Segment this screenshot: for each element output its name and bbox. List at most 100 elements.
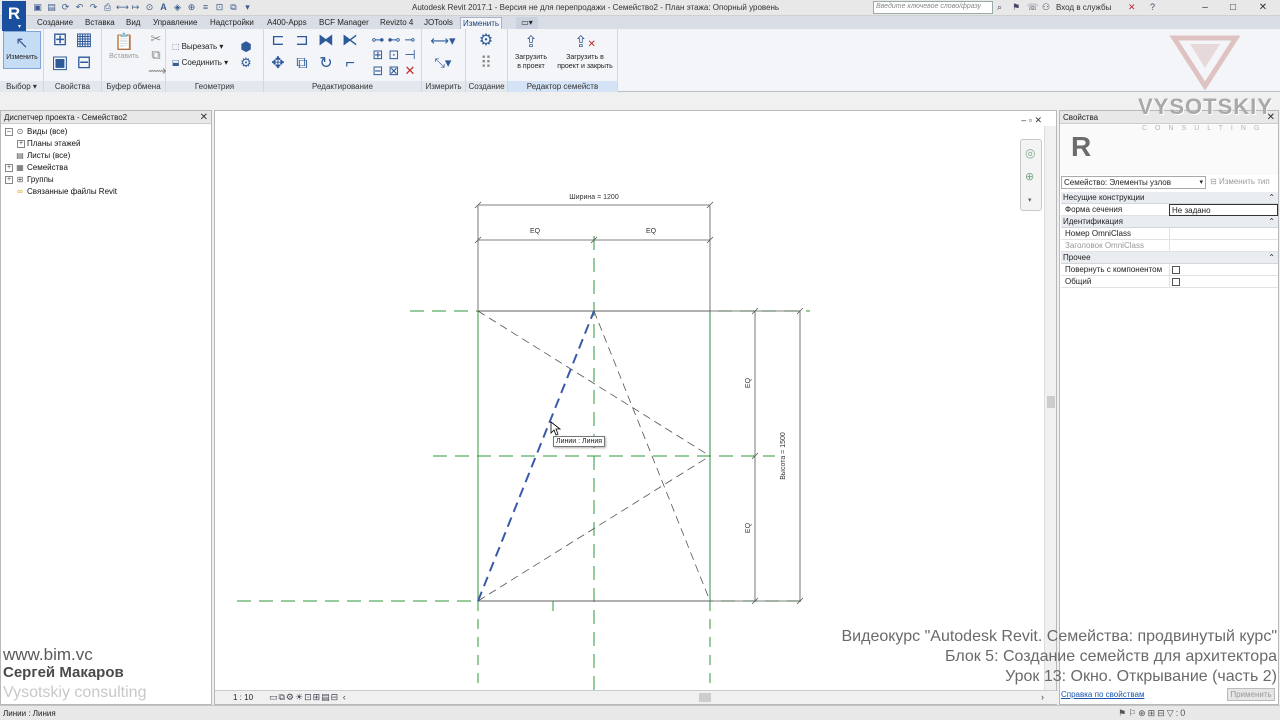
maximize-button[interactable]: □	[1224, 1, 1242, 14]
close-window-button[interactable]: ✕	[1254, 1, 1272, 14]
switch-windows-icon[interactable]: ⧉	[228, 2, 239, 13]
floor-plan-drawing[interactable]: Ширина = 1200 EQ EQ EQ EQ Высота = 1500	[215, 111, 1058, 691]
ribbon-minimize-icon[interactable]: ▭▾	[516, 17, 538, 29]
tab-manage[interactable]: Управление	[151, 17, 199, 29]
create-similar-icon[interactable]: ⚙	[476, 33, 496, 53]
vertical-scrollbar[interactable]	[1044, 126, 1056, 691]
family-types-icon[interactable]: ⊞	[50, 30, 70, 51]
modify-button[interactable]: ↖ Изменить	[3, 31, 41, 69]
search-icon[interactable]: ⌕	[997, 2, 1002, 13]
close-hidden-icon[interactable]: ⊡	[214, 2, 225, 13]
panel-label-select[interactable]: Выбор ▾	[0, 81, 43, 92]
tree-item-families[interactable]: + ▦ Семейства	[1, 162, 211, 174]
edit-type-button[interactable]: ⊟ Изменить тип	[1210, 177, 1270, 186]
trim-multiple-icon[interactable]: ⊠	[386, 63, 402, 79]
trim-single-icon[interactable]: ⊣	[402, 47, 418, 63]
print-icon[interactable]: ⎙	[102, 2, 113, 13]
zoom-icon[interactable]: ⊕	[1025, 170, 1034, 183]
trim-extend-icon[interactable]: ⌐	[340, 56, 360, 76]
eq-label-top-left[interactable]: EQ	[530, 228, 541, 235]
unpin-icon[interactable]: ⊟	[370, 63, 386, 79]
drawing-area[interactable]: Ширина = 1200 EQ EQ EQ EQ Высота = 1500	[214, 110, 1058, 705]
redo-icon[interactable]: ↷	[88, 2, 99, 13]
width-dimension-label[interactable]: Ширина = 1200	[569, 194, 619, 201]
view-scale[interactable]: 1 : 10	[233, 693, 253, 702]
join-geometry-button[interactable]: ⬓ Соединить ▾	[172, 57, 228, 69]
measure-distance-icon[interactable]: ⟷▾	[428, 33, 458, 49]
family-selector[interactable]: Семейство: Элементы узлов ▾	[1061, 176, 1206, 189]
array-icon[interactable]: ⊞	[370, 47, 386, 63]
signin-button[interactable]: Вход в службы	[1056, 3, 1111, 12]
group-other[interactable]: Прочее ⌃	[1061, 252, 1278, 264]
tab-bcf-manager[interactable]: BCF Manager	[317, 17, 371, 29]
user-icon[interactable]: ⚇	[1042, 2, 1050, 13]
search-input[interactable]: Введите ключевое слово/фразу	[873, 1, 993, 14]
eq-label-top-right[interactable]: EQ	[646, 228, 657, 235]
cut-icon[interactable]: ✂	[148, 31, 164, 47]
navbar-options-icon[interactable]: ▾	[1028, 196, 1032, 204]
undo-icon[interactable]: ↶	[74, 2, 85, 13]
text-icon[interactable]: A	[158, 2, 169, 13]
tab-view[interactable]: Вид	[124, 17, 142, 29]
match-type-icon[interactable]: ⟿	[148, 63, 167, 79]
move-icon[interactable]: ✥	[268, 56, 288, 76]
align-icon[interactable]: ⊏	[268, 33, 288, 53]
tab-revizto[interactable]: Revizto 4	[378, 17, 415, 29]
tree-item-groups[interactable]: + ⊞ Группы	[1, 174, 211, 186]
split-icon[interactable]: ⊶	[370, 32, 386, 48]
view-close-icon[interactable]: ✕	[1034, 115, 1042, 125]
view-restore-icon[interactable]: ▫	[1029, 115, 1032, 125]
3d-view-icon[interactable]: ◈	[172, 2, 183, 13]
eq-label-right-top[interactable]: EQ	[745, 377, 752, 388]
minimize-button[interactable]: –	[1196, 1, 1214, 14]
paint-icon[interactable]: ⚙	[238, 55, 254, 71]
tab-jotools[interactable]: JOTools	[422, 17, 455, 29]
wall-joins-icon[interactable]: ⬢	[238, 39, 254, 55]
view-control-icons[interactable]: ▭⧉⚙☀⊡⊞▤⊟ ‹	[269, 692, 347, 703]
tag-icon[interactable]: ⊙	[144, 2, 155, 13]
view-minimize-icon[interactable]: –	[1021, 115, 1026, 125]
tab-create[interactable]: Создание	[35, 17, 75, 29]
subscription-icon[interactable]: ⚑	[1012, 2, 1020, 13]
mirror-axis-icon[interactable]: ⧓	[316, 33, 336, 53]
section-icon[interactable]: ⊕	[186, 2, 197, 13]
tab-modify[interactable]: Изменить	[460, 17, 503, 29]
rotate-with-component-checkbox[interactable]	[1172, 266, 1180, 274]
close-icon[interactable]: ✕	[200, 111, 208, 124]
load-into-project-button[interactable]: ⇪ Загрузить в проект	[510, 31, 552, 79]
group-structural[interactable]: Несущие конструкции ⌃	[1061, 192, 1278, 204]
qat-dropdown-icon[interactable]: ▾	[242, 2, 253, 13]
tab-addins[interactable]: Надстройки	[208, 17, 256, 29]
split-gap-icon[interactable]: ⊷	[386, 32, 402, 48]
steering-wheel-icon[interactable]: ◎	[1025, 146, 1035, 160]
status-bar-icons[interactable]: ⚑⚐⊕⊞⊟▽:0	[1118, 708, 1187, 719]
pin-icon[interactable]: ⊸	[402, 32, 418, 48]
application-menu-button[interactable]: R ▾	[2, 1, 26, 31]
aligned-dimension-icon[interactable]: ⤡▾	[428, 55, 458, 71]
help-icon[interactable]: ?	[1150, 2, 1155, 12]
cut-geometry-button[interactable]: ⬚ Вырезать ▾	[172, 41, 223, 53]
tree-item-revit-links[interactable]: ∞ Связанные файлы Revit	[1, 186, 211, 198]
rotate-icon[interactable]: ↻	[316, 56, 336, 76]
save-icon[interactable]: ▤	[46, 2, 57, 13]
delete-icon[interactable]: ✕	[402, 63, 418, 79]
scale-icon[interactable]: ⊡	[386, 47, 402, 63]
paste-button[interactable]: 📋 Вставить	[105, 31, 143, 69]
eq-label-right-bottom[interactable]: EQ	[745, 522, 752, 533]
measure-icon[interactable]: ⟷	[116, 2, 129, 13]
omniclass-number-field[interactable]	[1169, 228, 1278, 240]
properties-help-link[interactable]: Справка по свойствам	[1061, 690, 1144, 699]
tree-item-views[interactable]: – ⊙ Виды (все)	[1, 126, 211, 138]
offset-icon[interactable]: ⊐	[292, 33, 312, 53]
scroll-right-icon[interactable]: ›	[1041, 692, 1044, 702]
copy-elements-icon[interactable]: ⧉	[292, 56, 312, 76]
tree-item-sheets[interactable]: ▤ Листы (все)	[1, 150, 211, 162]
sync-icon[interactable]: ⟳	[60, 2, 71, 13]
tree-item-floor-plans[interactable]: + Планы этажей	[1, 138, 211, 150]
open-icon[interactable]: ▣	[32, 2, 43, 13]
type-properties-icon[interactable]: ⊟	[74, 53, 94, 74]
tab-a400-apps[interactable]: A400-Apps	[265, 17, 309, 29]
communication-icon[interactable]: ☏	[1027, 2, 1038, 13]
create-group-icon[interactable]: ⠿	[476, 56, 496, 76]
properties-icon[interactable]: ▣	[50, 53, 70, 74]
